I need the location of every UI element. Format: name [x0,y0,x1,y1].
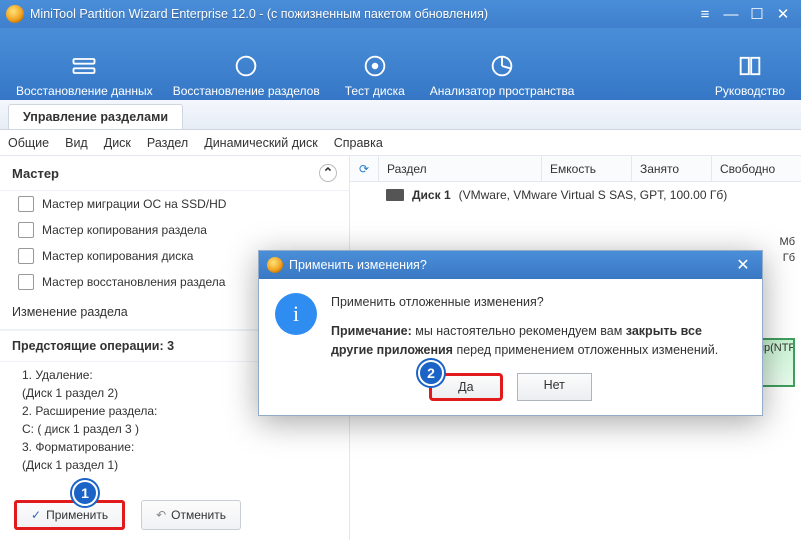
guide-button[interactable]: Руководство [715,52,785,98]
ribbon: Восстановление данных Восстановление раз… [0,28,801,100]
note-text: перед применением отложенных изменений. [453,343,718,357]
op-row: C: ( диск 1 раздел 3 ) [22,420,349,438]
dialog-message: Применить отложенные изменения? Примечан… [331,293,746,359]
label: Мастер [12,166,59,181]
data-recovery-icon [70,52,98,80]
copy-disk-icon [18,248,34,264]
partition-recovery-icon [232,52,260,80]
op-row: 3. Форматирование: [22,438,349,456]
menu-bar: Общие Вид Диск Раздел Динамический диск … [0,130,801,156]
dialog-buttons: Да Нет [259,369,762,415]
op-row: (Диск 1 раздел 1) [22,456,349,474]
dialog-question: Применить отложенные изменения? [331,293,746,312]
annotation-1: 1 [72,480,98,506]
maximize-button[interactable]: ☐ [745,4,769,24]
disk-row[interactable]: Диск 1 (VMware, VMware Virtual S SAS, GP… [350,182,801,208]
disk-icon [386,189,404,201]
col-free[interactable]: Свободно [711,156,801,181]
disk-info: (VMware, VMware Virtual S SAS, GPT, 100.… [459,188,728,202]
disk-test-icon [361,52,389,80]
label: Изменение раздела [12,305,128,319]
truncated-cell: Мб [350,236,801,248]
no-button[interactable]: Нет [517,373,592,401]
check-icon: ✓ [31,508,41,522]
close-icon[interactable]: ✕ [732,254,754,276]
recover-partition-icon [18,274,34,290]
label: Отменить [171,508,226,522]
space-analyzer-icon [488,52,516,80]
label: Анализатор пространства [430,84,575,98]
label: Применить [46,508,108,522]
menu-dynamic-disk[interactable]: Динамический диск [204,136,318,150]
label: Восстановление разделов [173,84,320,98]
undo-icon: ↶ [156,508,166,522]
menu-general[interactable]: Общие [8,136,49,150]
menu-partition[interactable]: Раздел [147,136,188,150]
close-button[interactable]: ✕ [771,4,795,24]
menu-button[interactable]: ≡ [693,4,717,24]
refresh-button[interactable]: ⟳ [350,162,378,176]
label: Мастер копирования раздела [42,223,207,237]
app-icon [6,5,24,23]
disk-label: Диск 1 [412,188,451,202]
label: Тест диска [345,84,405,98]
dialog-note: Примечание: мы настоятельно рекомендуем … [331,322,746,360]
label: Мастер восстановления раздела [42,275,225,289]
wizard-section-header[interactable]: Мастер ⌃ [0,156,349,191]
col-partition[interactable]: Раздел [378,156,541,181]
label: Мастер миграции ОС на SSD/HD [42,197,226,211]
chevron-up-icon: ⌃ [319,164,337,182]
label: Восстановление данных [16,84,153,98]
copy-partition-icon [18,222,34,238]
col-used[interactable]: Занято [631,156,711,181]
tab-manage-partitions[interactable]: Управление разделами [8,104,183,129]
menu-help[interactable]: Справка [334,136,383,150]
disk-test-button[interactable]: Тест диска [340,52,410,98]
app-icon [267,257,283,273]
col-capacity[interactable]: Емкость [541,156,631,181]
dialog-title-bar: Применить изменения? ✕ [259,251,762,279]
note-text: мы настоятельно рекомендуем вам [412,324,626,338]
cancel-button[interactable]: ↶ Отменить [141,500,241,530]
title-bar: MiniTool Partition Wizard Enterprise 12.… [0,0,801,28]
label: Руководство [715,84,785,98]
menu-view[interactable]: Вид [65,136,88,150]
sidebar-buttons: ✓ Применить ↶ Отменить [0,490,349,540]
sidebar-item-copy-partition[interactable]: Мастер копирования раздела [0,217,349,243]
note-label: Примечание: [331,324,412,338]
data-recovery-button[interactable]: Восстановление данных [16,52,153,98]
label: Мастер копирования диска [42,249,193,263]
menu-disk[interactable]: Диск [104,136,131,150]
dialog-title: Применить изменения? [289,258,732,272]
apply-button[interactable]: ✓ Применить [14,500,125,530]
info-icon: i [275,293,317,335]
table-header: ⟳ Раздел Емкость Занято Свободно [350,156,801,182]
migrate-icon [18,196,34,212]
annotation-2: 2 [418,360,444,386]
partition-recovery-button[interactable]: Восстановление разделов [173,52,320,98]
sidebar-item-migrate[interactable]: Мастер миграции ОС на SSD/HD [0,191,349,217]
window-title: MiniTool Partition Wizard Enterprise 12.… [30,7,691,21]
space-analyzer-button[interactable]: Анализатор пространства [430,52,575,98]
guide-icon [736,52,764,80]
apply-dialog: Применить изменения? ✕ i Применить отлож… [258,250,763,416]
tab-strip: Управление разделами [0,100,801,130]
minimize-button[interactable]: — [719,4,743,24]
